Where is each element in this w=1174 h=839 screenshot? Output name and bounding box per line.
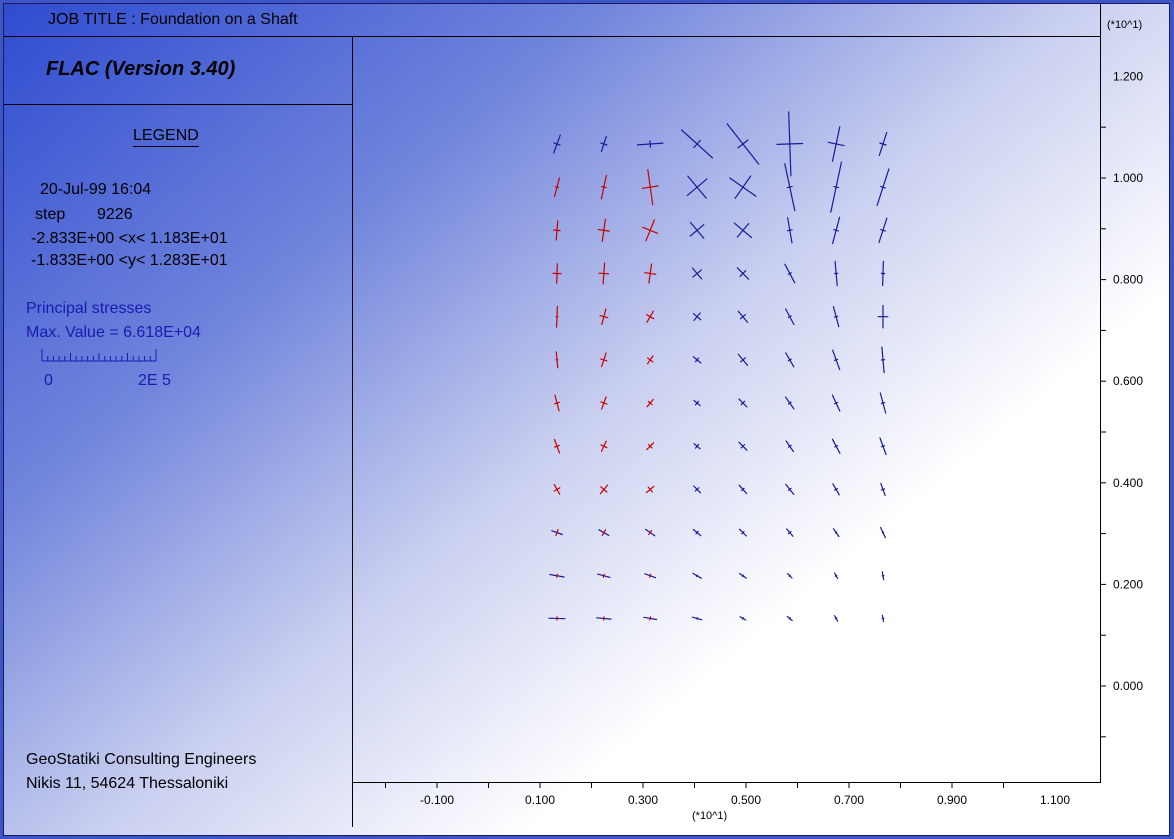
x-tick-label: 0.700 (834, 793, 864, 807)
principal-stress-vector (833, 358, 839, 361)
principal-stress-vector (556, 573, 558, 578)
principal-stress-vector (834, 401, 839, 405)
principal-stress-vector (880, 229, 886, 232)
principal-stress-vector (834, 574, 838, 577)
y-tick-label: 1.200 (1113, 69, 1143, 83)
principal-stress-vector (776, 142, 804, 145)
principal-stress-vector (833, 229, 840, 232)
y-tick-label: 1.000 (1113, 171, 1143, 185)
principal-stress-vector (644, 272, 657, 275)
principal-stress-vector (553, 229, 561, 232)
principal-stress-vector (833, 315, 839, 318)
principal-stress-vector (880, 488, 886, 491)
principal-stress-vector (788, 574, 791, 577)
principal-stress-vector (646, 357, 654, 363)
principal-stress-vector (880, 445, 886, 448)
principal-stress-vector (600, 186, 607, 189)
x-tick-label: 1.100 (1040, 793, 1070, 807)
principal-stress-vector (880, 402, 886, 405)
x-tick-label: 0.500 (731, 793, 761, 807)
principal-stress-vector (554, 186, 560, 189)
x-tick-label: -0.100 (420, 793, 454, 807)
y-tick-label: 0.200 (1113, 577, 1143, 591)
principal-stress-vector (554, 401, 560, 405)
principal-stress-vector (646, 314, 655, 320)
y-tick-label: 0.400 (1113, 476, 1143, 490)
principal-stress-vector (602, 573, 605, 578)
x-tick-label: 0.900 (937, 793, 967, 807)
principal-stress-vector (692, 269, 703, 278)
principal-stress-vector (741, 574, 745, 578)
y-tick-label: 0.000 (1113, 679, 1143, 693)
principal-stress-vector (734, 175, 752, 199)
principal-stress-vector (736, 223, 750, 238)
principal-stress-vector (649, 573, 652, 578)
principal-stress-vector (696, 574, 699, 578)
principal-stress-vector (741, 617, 744, 620)
principal-stress-vector (881, 531, 885, 534)
x-tick-label: 0.100 (525, 793, 555, 807)
principal-stress-vector (833, 186, 840, 189)
principal-stress-vector (649, 616, 652, 621)
principal-stress-vector (788, 617, 791, 620)
principal-stress-vector (786, 229, 793, 232)
principal-stress-vector (642, 226, 659, 234)
principal-stress-vector (689, 224, 705, 237)
y-tick-label: 0.800 (1113, 273, 1143, 287)
principal-stress-vector (597, 228, 611, 232)
principal-stress-vector (554, 444, 560, 448)
principal-stress-vector (737, 139, 749, 149)
principal-stress-vector (686, 178, 708, 196)
principal-stress-vector (834, 617, 838, 620)
principal-stress-vector (786, 186, 793, 189)
principal-stress-vector (834, 531, 838, 534)
y-tick-label: 0.600 (1113, 374, 1143, 388)
x-tick-label: 0.300 (628, 793, 658, 807)
principal-stress-vector (880, 185, 886, 189)
principal-stress-vector (598, 272, 610, 275)
stress-vector-plot: -0.100 0.100 0.300 0.500 0.700 0.900 1.100 0.00… (385, 69, 1143, 807)
